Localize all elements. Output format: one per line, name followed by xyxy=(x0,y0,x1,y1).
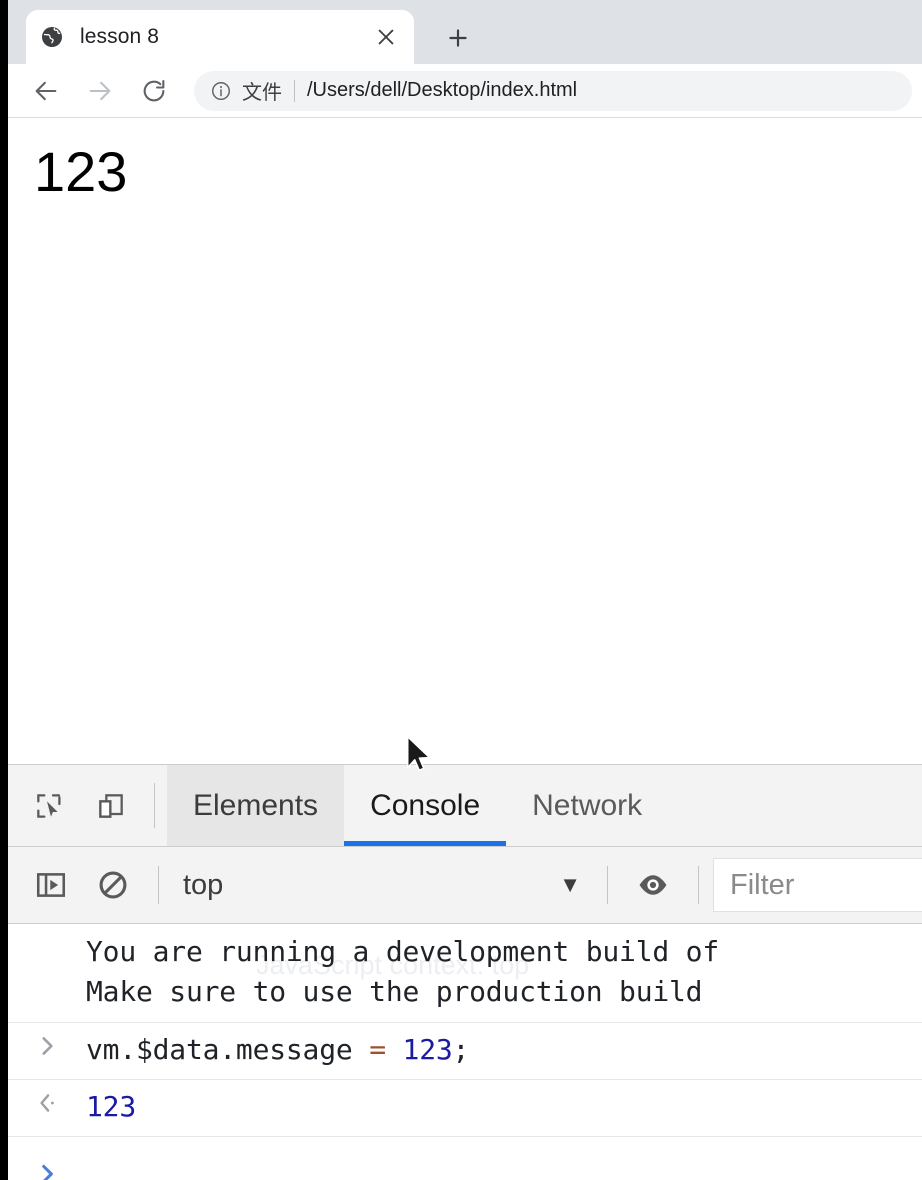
input-token-semicolon: ; xyxy=(452,1033,470,1066)
console-filter-input[interactable]: Filter xyxy=(713,858,922,912)
caret-down-icon: ▼ xyxy=(559,872,581,897)
device-toolbar-icon[interactable] xyxy=(80,765,142,846)
chevron-right-icon xyxy=(8,1027,86,1059)
tab-title: lesson 8 xyxy=(80,25,160,48)
new-tab-button[interactable] xyxy=(440,20,476,56)
toolbar-divider xyxy=(154,783,155,828)
screenshot-root: lesson 8 文件 /Users/dell/Desktop/index.ht… xyxy=(0,0,922,1180)
page-heading: 123 xyxy=(34,140,128,203)
warning-line-1: You are running a development build of xyxy=(86,935,719,968)
tab-console-label: Console xyxy=(370,788,481,822)
info-circle-icon[interactable] xyxy=(210,80,232,102)
eye-icon[interactable] xyxy=(622,854,684,916)
console-message-list: JavaScript context: top You are running … xyxy=(8,924,922,1180)
devtools-panel: Elements Console Network top ▼ Filter Ja… xyxy=(8,764,922,1180)
js-context-selector[interactable]: top ▼ xyxy=(173,869,593,902)
devtools-tabbar: Elements Console Network xyxy=(8,765,922,847)
browser-chrome: lesson 8 文件 /Users/dell/Desktop/index.ht… xyxy=(8,0,922,118)
input-token-space xyxy=(386,1033,403,1066)
url-scheme-label: 文件 xyxy=(242,82,282,104)
console-input-text: vm.$data.message = 123; xyxy=(86,1027,469,1073)
chevron-left-icon xyxy=(8,1084,86,1116)
omnibox-divider xyxy=(294,79,295,102)
console-toolbar: top ▼ Filter xyxy=(8,847,922,924)
url-text: /Users/dell/Desktop/index.html xyxy=(307,79,578,101)
tab-network[interactable]: Network xyxy=(506,765,668,846)
tab-elements[interactable]: Elements xyxy=(167,765,345,846)
close-icon[interactable] xyxy=(372,23,400,51)
inspect-element-icon[interactable] xyxy=(18,765,80,846)
page-viewport: 123 xyxy=(8,118,922,764)
tab-console[interactable]: Console xyxy=(344,765,507,846)
js-context-value: top xyxy=(183,868,224,901)
chevron-right-icon xyxy=(8,1155,86,1180)
console-sidebar-icon[interactable] xyxy=(20,854,82,916)
globe-icon xyxy=(40,25,64,49)
browser-tab[interactable]: lesson 8 xyxy=(26,10,414,64)
tab-network-label: Network xyxy=(532,788,643,822)
console-output-entry[interactable]: 123 xyxy=(8,1080,922,1137)
reload-icon[interactable] xyxy=(132,69,176,113)
arrow-left-icon[interactable] xyxy=(24,69,68,113)
console-warning-message: You are running a development build of M… xyxy=(8,924,922,1023)
input-token-expr: vm.$data.message xyxy=(86,1033,370,1066)
clear-console-icon[interactable] xyxy=(82,854,144,916)
input-token-operator: = xyxy=(369,1033,386,1066)
tab-strip: lesson 8 xyxy=(8,0,922,64)
console-toolbar-divider-2 xyxy=(607,866,608,904)
console-toolbar-divider xyxy=(158,866,159,904)
console-prompt[interactable] xyxy=(8,1137,922,1180)
browser-toolbar: 文件 /Users/dell/Desktop/index.html xyxy=(8,64,922,118)
console-toolbar-divider-3 xyxy=(698,866,699,904)
tab-elements-label: Elements xyxy=(193,788,319,822)
arrow-right-icon[interactable] xyxy=(78,69,122,113)
input-token-number: 123 xyxy=(402,1033,453,1066)
warning-line-2: Make sure to use the production build xyxy=(86,975,703,1008)
console-input-entry[interactable]: vm.$data.message = 123; xyxy=(8,1023,922,1080)
console-output-value: 123 xyxy=(86,1090,136,1123)
address-bar[interactable]: 文件 /Users/dell/Desktop/index.html xyxy=(194,70,912,111)
left-bezel xyxy=(0,0,8,1180)
